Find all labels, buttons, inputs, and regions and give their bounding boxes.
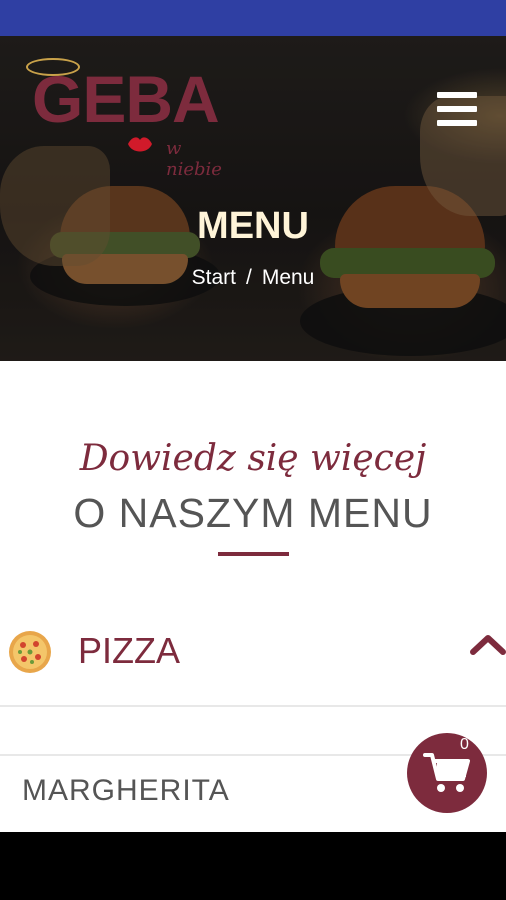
- breadcrumb-current: Menu: [261, 266, 315, 289]
- intro-divider: [218, 552, 289, 556]
- lips-icon: [128, 137, 152, 152]
- hamburger-icon[interactable]: [437, 92, 477, 126]
- cart-count-badge: 0: [460, 736, 469, 753]
- category-pizza[interactable]: PIZZA: [0, 610, 506, 686]
- logo-subtitle: w niebie: [166, 138, 222, 180]
- breadcrumb-separator: /: [245, 266, 252, 289]
- system-nav-bar: [0, 832, 506, 900]
- intro-script-text: Dowiedz się więcej: [79, 438, 427, 479]
- category-label: PIZZA: [78, 630, 181, 671]
- logo-text: GEBA: [32, 62, 220, 136]
- cart-icon: [423, 753, 470, 792]
- status-bar: [0, 0, 506, 36]
- intro-heading: O NASZYM MENU: [73, 490, 433, 536]
- menu-item-name: MARGHERITA: [22, 774, 230, 807]
- cart-button[interactable]: [407, 733, 487, 813]
- breadcrumb: Start / Menu: [0, 266, 506, 290]
- brand-logo[interactable]: GEBA w niebie: [26, 58, 226, 180]
- page-title: MENU: [197, 205, 309, 247]
- pizza-icon: [9, 631, 51, 673]
- category-divider: [0, 705, 506, 707]
- breadcrumb-start-link[interactable]: Start: [192, 266, 236, 289]
- chevron-up-icon[interactable]: [470, 632, 506, 656]
